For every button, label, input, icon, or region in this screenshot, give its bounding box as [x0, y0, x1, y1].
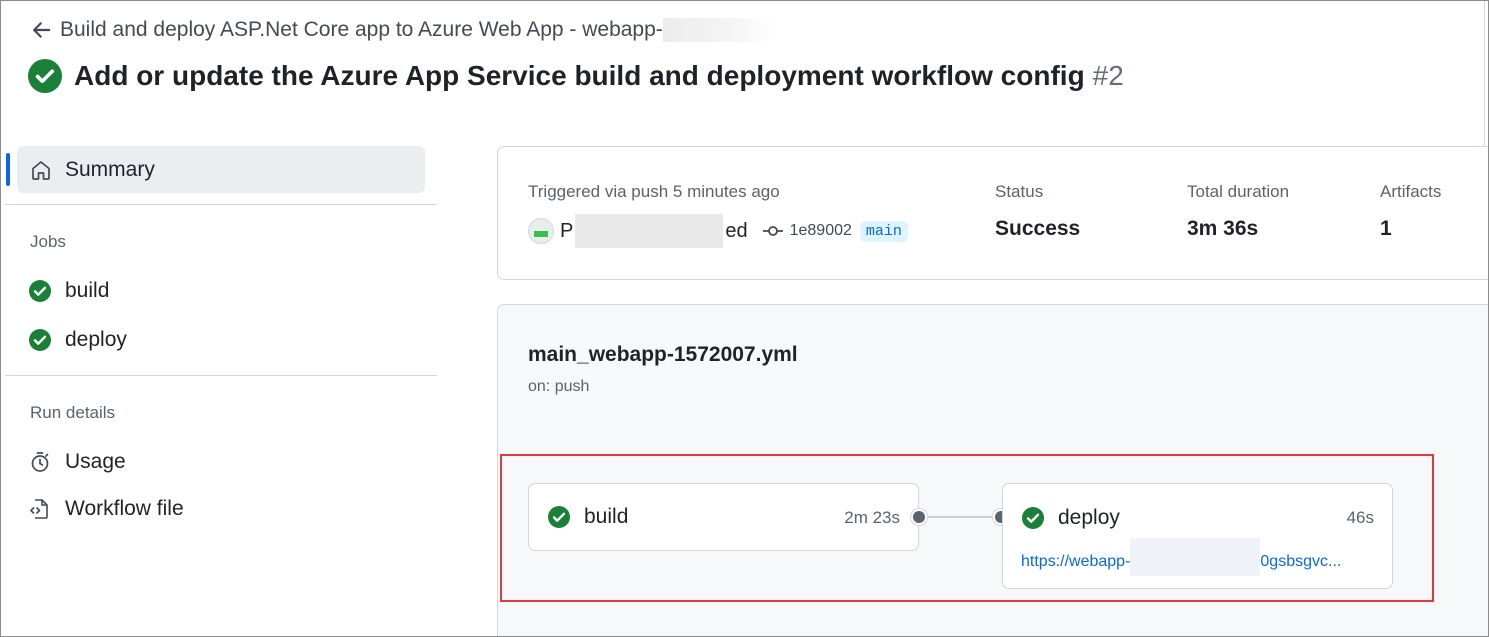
sidebar-divider [5, 375, 437, 376]
deployment-url-end: 0gsbsgvc... [1260, 553, 1342, 571]
job-duration: 2m 23s [844, 508, 900, 527]
redacted-text [662, 18, 773, 42]
home-icon [32, 160, 50, 180]
success-check-icon [1022, 507, 1044, 529]
workflow-file-name: main_webapp-1572007.yml [528, 343, 798, 366]
sidebar-item-usage[interactable]: Usage [28, 447, 126, 477]
redacted-text [575, 214, 724, 248]
sidebar-item-build[interactable]: build [28, 276, 109, 306]
window-frame: Build and deploy ASP.Net Core app to Azu… [0, 0, 1489, 637]
job-name: deploy [1058, 506, 1120, 529]
duration-label: Total duration [1187, 182, 1290, 201]
job-duration: 46s [1346, 508, 1374, 527]
redacted-text [1130, 538, 1261, 576]
actor-row: P ed 1e89002 main [528, 214, 908, 248]
success-check-icon [548, 506, 570, 528]
jobs-heading: Jobs [30, 232, 66, 251]
sidebar-divider [5, 204, 437, 205]
sidebar-item-label: Summary [65, 157, 155, 181]
actor-initial: P [560, 219, 574, 242]
trigger-text: Triggered via push 5 minutes ago [528, 182, 780, 201]
active-indicator [6, 153, 10, 186]
run-summary-card: Triggered via push 5 minutes ago P ed 1e… [497, 146, 1488, 280]
status-label: Status [995, 182, 1044, 201]
workflow-name-link[interactable]: Build and deploy ASP.Net Core app to Azu… [60, 18, 663, 42]
arrow-left-icon [33, 22, 51, 38]
header-divider [1484, 1, 1485, 151]
job-connector [926, 516, 998, 518]
stopwatch-icon [31, 452, 49, 472]
branch-badge[interactable]: main [859, 220, 908, 242]
run-number: #2 [1092, 60, 1124, 91]
artifacts-value[interactable]: 1 [1380, 217, 1392, 241]
sidebar-item-label: Workflow file [65, 497, 184, 520]
run-title: Add or update the Azure App Service buil… [74, 60, 1085, 91]
connector-dot [911, 509, 927, 525]
job-card-deploy[interactable]: deploy 46s https://webapp- 0gsbsgvc... [1002, 483, 1393, 589]
success-check-icon [28, 59, 62, 93]
sidebar-item-deploy[interactable]: deploy [28, 325, 127, 355]
duration-value: 3m 36s [1187, 217, 1259, 240]
file-code-icon [30, 499, 48, 519]
sidebar-item-label: Usage [65, 450, 126, 473]
success-check-icon [29, 329, 51, 351]
back-link[interactable]: Build and deploy ASP.Net Core app to Azu… [30, 17, 773, 43]
status-value: Success [995, 217, 1081, 240]
artifacts-label: Artifacts [1380, 182, 1442, 201]
workflow-trigger: on: push [528, 378, 590, 395]
run-title-row: Add or update the Azure App Service buil… [28, 57, 1124, 95]
commit-hash[interactable]: 1e89002 [790, 222, 852, 240]
job-name: build [584, 505, 629, 528]
run-details-heading: Run details [30, 403, 116, 422]
success-check-icon [29, 280, 51, 302]
deployment-url-start: https://webapp- [1021, 553, 1131, 571]
avatar[interactable] [528, 218, 554, 244]
sidebar-item-summary[interactable]: Summary [17, 146, 425, 193]
sidebar-item-label: build [65, 279, 110, 302]
sidebar-item-workflow-file[interactable]: Workflow file [28, 494, 184, 524]
actor-suffix: ed [725, 219, 748, 242]
job-card-build[interactable]: build 2m 23s [528, 483, 919, 551]
sidebar-item-label: deploy [65, 328, 127, 351]
commit-icon [762, 226, 783, 236]
deployment-url[interactable]: https://webapp- 0gsbsgvc... [1021, 538, 1342, 576]
